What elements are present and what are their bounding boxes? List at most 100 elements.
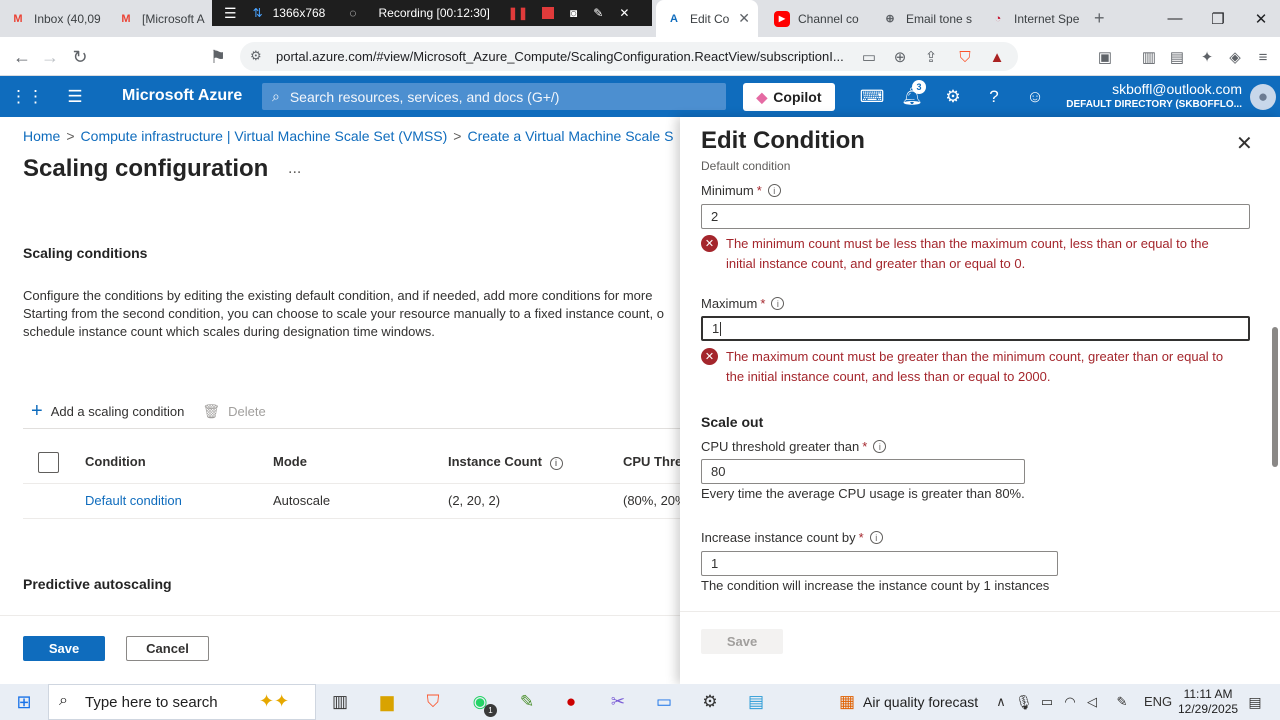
brave-rewards-icon[interactable]: ▲ — [986, 46, 1008, 68]
info-icon[interactable]: i — [767, 184, 781, 197]
snipping-icon[interactable]: ✂ — [605, 690, 631, 714]
cancel-button[interactable]: Cancel — [126, 636, 209, 661]
wallet-icon[interactable]: ▤ — [1166, 46, 1188, 68]
resize-icon[interactable]: ⇅ — [253, 6, 263, 20]
close-icon[interactable]: ✕ — [619, 6, 629, 20]
hamburger-icon[interactable]: ☰ — [63, 85, 87, 109]
avatar[interactable]: ● — [1250, 84, 1276, 110]
column-condition[interactable]: Condition — [85, 454, 146, 469]
brave-shield-icon[interactable]: ⛉ — [954, 46, 976, 68]
breadcrumb-home[interactable]: Home — [23, 128, 60, 144]
column-mode[interactable]: Mode — [273, 454, 307, 469]
increase-count-label: Increase instance count by * i — [701, 530, 883, 545]
account-info[interactable]: skboffl@outlook.com DEFAULT DIRECTORY (S… — [1066, 82, 1242, 112]
gimp-icon[interactable]: ✎ — [514, 690, 540, 714]
info-icon[interactable]: i — [869, 531, 883, 544]
reload-icon[interactable]: ↻ — [68, 45, 92, 69]
feedback-icon[interactable]: ☺ — [1023, 85, 1047, 109]
weather-label[interactable]: Air quality forecast — [863, 694, 978, 710]
azure-icon: A — [670, 12, 678, 25]
tab-edit-condition[interactable]: A Edit Co ✕ — [656, 0, 758, 37]
info-icon[interactable]: i — [771, 297, 785, 310]
minimize-icon[interactable]: — — [1154, 0, 1196, 37]
select-all-checkbox[interactable] — [38, 452, 59, 473]
maximum-input[interactable]: 1 — [701, 316, 1250, 341]
camera-icon[interactable]: ◙ — [570, 6, 577, 20]
azure-brand[interactable]: Microsoft Azure — [122, 87, 242, 105]
more-options-icon[interactable]: ... — [288, 160, 301, 178]
tab-inbox[interactable]: M Inbox (40,09 — [10, 0, 110, 37]
trash-icon: 🗑︎ — [202, 403, 221, 419]
default-condition-link[interactable]: Default condition — [85, 493, 182, 508]
sidebar-icon[interactable]: ▣ — [1094, 46, 1116, 68]
help-icon[interactable]: ? — [982, 85, 1006, 109]
directory-label: DEFAULT DIRECTORY (SKBOFFLO... — [1066, 99, 1242, 110]
droplet-icon[interactable]: ◌ — [349, 6, 356, 20]
share-icon[interactable]: ⇪ — [920, 46, 942, 68]
tab-microsoft[interactable]: M [Microsoft A — [118, 0, 210, 37]
copilot-button[interactable]: ◆ Copilot — [743, 83, 835, 111]
remote-desktop-icon[interactable]: ▭ — [651, 690, 677, 714]
panel-icon[interactable]: ▥ — [1138, 46, 1160, 68]
stop-icon[interactable] — [542, 7, 555, 19]
clock[interactable]: 11:11 AM 12/29/2025 — [1178, 687, 1238, 717]
increase-count-input[interactable]: 1 — [701, 551, 1058, 576]
forward-icon[interactable]: → — [38, 45, 62, 69]
info-icon[interactable]: i — [873, 440, 887, 453]
new-tab-button[interactable]: + — [1094, 0, 1114, 37]
tab-internet-speed[interactable]: ◔ Internet Spe — [990, 0, 1088, 37]
notifications-icon[interactable]: 🔔︎ 3 — [900, 80, 926, 109]
vpn-icon[interactable]: ◈ — [1224, 46, 1246, 68]
panel-scrollbar[interactable] — [1272, 187, 1278, 607]
close-icon[interactable]: ✕ — [1236, 131, 1253, 156]
settings-icon[interactable]: ⚙ — [941, 85, 965, 109]
azure-search-input[interactable]: ⌕ Search resources, services, and docs (… — [262, 83, 726, 110]
task-view-icon[interactable]: ▥ — [327, 690, 353, 714]
panel-save-button[interactable]: Save — [701, 629, 783, 654]
column-cpu-threshold[interactable]: CPU Thre — [623, 454, 680, 469]
delete-button[interactable]: 🗑︎ Delete — [202, 403, 265, 420]
cloud-shell-icon[interactable]: ⌨ — [860, 85, 885, 109]
close-tab-icon[interactable]: ✕ — [738, 10, 750, 27]
pen-icon[interactable]: ✎ — [593, 6, 603, 20]
leo-icon[interactable]: ✦ — [1196, 46, 1218, 68]
grid-icon[interactable]: ⋮⋮ — [10, 85, 44, 109]
notepad-icon[interactable]: ▤ — [743, 690, 769, 714]
save-button[interactable]: Save — [23, 636, 105, 661]
volume-icon[interactable]: ◁ — [1079, 690, 1105, 714]
weather-icon[interactable]: ▦ — [834, 690, 860, 714]
file-explorer-icon[interactable]: ▆ — [374, 690, 400, 714]
language-indicator[interactable]: ENG — [1144, 694, 1172, 709]
site-settings-icon[interactable]: ⚙ — [250, 48, 262, 64]
whatsapp-icon[interactable]: ◉ 1 — [467, 690, 497, 717]
start-windows-icon[interactable]: ⊞ — [11, 690, 37, 714]
taskbar: ⊞ ⌕ Type here to search ✦✦ ▥ ▆ ⛉ ◉ 1 ✎ ●… — [0, 684, 1280, 720]
recorder-icon[interactable]: ● — [558, 690, 584, 714]
browser-menu-icon[interactable]: ≡ — [1252, 46, 1274, 68]
back-icon[interactable]: ← — [10, 45, 34, 69]
page-title: Scaling configuration — [23, 155, 269, 182]
pause-icon[interactable]: ❚❚ — [508, 6, 528, 20]
cast-icon[interactable]: ▭ — [858, 46, 880, 68]
window-close-icon[interactable]: ✕ — [1240, 0, 1280, 37]
bookmark-icon[interactable]: ⚑ — [206, 45, 230, 69]
tab-email-tone[interactable]: ⊕ Email tone s — [882, 0, 980, 37]
notification-center-icon[interactable]: ▤ — [1242, 690, 1268, 714]
pen-menu-icon[interactable]: ✎ — [1109, 690, 1135, 714]
cpu-threshold-input[interactable]: 80 — [701, 459, 1025, 484]
zoom-icon[interactable]: ⊕ — [889, 46, 911, 68]
minimum-input[interactable]: 2 — [701, 204, 1250, 229]
tab-channel[interactable]: ▶ Channel co — [774, 0, 870, 37]
taskbar-search-input[interactable]: ⌕ Type here to search ✦✦ — [48, 684, 316, 720]
restore-icon[interactable]: ❐ — [1197, 0, 1239, 37]
breadcrumb-vmss[interactable]: Compute infrastructure | Virtual Machine… — [81, 128, 448, 144]
add-scaling-condition-button[interactable]: + Add a scaling condition — [31, 400, 184, 423]
breadcrumb-create[interactable]: Create a Virtual Machine Scale S — [467, 128, 673, 144]
column-instance-count[interactable]: Instance Count i — [448, 454, 563, 470]
brave-icon[interactable]: ⛉ — [420, 690, 446, 714]
gmail-icon: M — [121, 12, 131, 25]
menu-icon[interactable]: ☰ — [224, 5, 237, 22]
scrollbar-thumb[interactable] — [1272, 327, 1278, 467]
predictive-autoscaling-heading: Predictive autoscaling — [23, 576, 172, 592]
settings-app-icon[interactable]: ⚙ — [697, 690, 723, 714]
